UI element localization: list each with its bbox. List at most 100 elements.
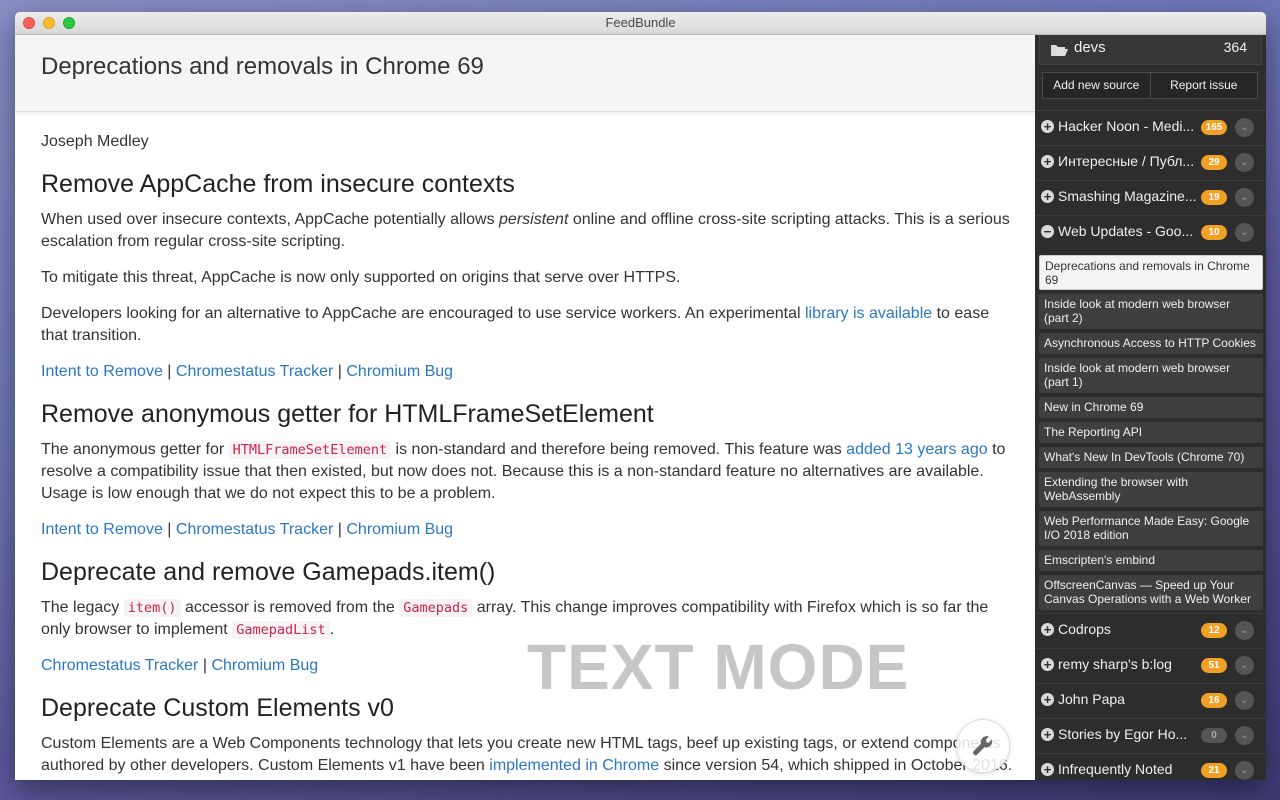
chevron-down-icon[interactable]: ⌄	[1235, 621, 1254, 640]
feed-name: Web Updates - Goo...	[1058, 223, 1194, 239]
maximize-window-button[interactable]	[63, 17, 75, 29]
title-bar: FeedBundle	[15, 12, 1266, 35]
added-13-years-ago-link[interactable]: added 13 years ago	[846, 441, 987, 458]
unread-badge: 16	[1201, 693, 1227, 708]
feed-item-egor-ho[interactable]: + Stories by Egor Ho... 0 ⌄	[1035, 718, 1266, 752]
add-new-source-button[interactable]: Add new source	[1043, 73, 1150, 98]
sidebar-buttons: Add new source Report issue	[1042, 72, 1258, 99]
chromium-bug-link[interactable]: Chromium Bug	[346, 521, 453, 538]
intent-to-remove-link[interactable]: Intent to Remove	[41, 363, 163, 380]
article-item[interactable]: Extending the browser with WebAssembly	[1039, 472, 1263, 507]
feed-name: Codrops	[1058, 621, 1111, 637]
unread-badge: 51	[1201, 658, 1227, 673]
chevron-down-icon[interactable]: ⌄	[1235, 691, 1254, 710]
expand-icon[interactable]: +	[1041, 728, 1054, 741]
article-header: Deprecations and removals in Chrome 69	[15, 35, 1035, 112]
chromestatus-tracker-link[interactable]: Chromestatus Tracker	[176, 521, 333, 538]
chevron-down-icon[interactable]: ⌄	[1235, 118, 1254, 137]
feed-item-codrops[interactable]: + Codrops 12 ⌄	[1035, 613, 1266, 647]
chromestatus-tracker-link[interactable]: Chromestatus Tracker	[176, 363, 333, 380]
article-item[interactable]: Emscripten's embind	[1039, 550, 1263, 571]
folder-name: devs	[1074, 39, 1106, 56]
unread-badge: 165	[1201, 120, 1227, 135]
expand-icon[interactable]: +	[1041, 658, 1054, 671]
reference-links: Intent to Remove | Chromestatus Tracker …	[41, 521, 454, 538]
article-item[interactable]: What's New In DevTools (Chrome 70)	[1039, 447, 1263, 468]
feed-sidebar: devs 364 Add new source Report issue + H…	[1035, 35, 1266, 780]
chromestatus-tracker-link[interactable]: Chromestatus Tracker	[41, 657, 198, 674]
folder-open-icon	[1051, 45, 1068, 56]
expand-icon[interactable]: +	[1041, 693, 1054, 706]
article-item[interactable]: Asynchronous Access to HTTP Cookies	[1039, 333, 1263, 354]
article-item[interactable]: Deprecations and removals in Chrome 69	[1039, 255, 1263, 290]
feed-name: Stories by Egor Ho...	[1058, 726, 1188, 742]
section-heading: Deprecate and remove Gamepads.item()	[41, 558, 496, 586]
folder-count: 364	[1223, 39, 1247, 55]
feed-item-john-papa[interactable]: + John Papa 16 ⌄	[1035, 683, 1266, 717]
feed-name: Интересные / Публ...	[1058, 153, 1195, 169]
collapse-icon[interactable]: −	[1041, 225, 1054, 238]
feed-item-interesnye[interactable]: + Интересные / Публ... 29 ⌄	[1035, 145, 1266, 179]
chevron-down-icon[interactable]: ⌄	[1235, 223, 1254, 242]
unread-badge: 21	[1201, 763, 1227, 778]
intent-to-remove-link[interactable]: Intent to Remove	[41, 521, 163, 538]
report-issue-button[interactable]: Report issue	[1149, 73, 1257, 98]
text-mode-overlay: TEXT MODE	[527, 631, 910, 703]
library-link[interactable]: library is available	[805, 305, 932, 322]
unread-badge: 19	[1201, 190, 1227, 205]
minimize-window-button[interactable]	[43, 17, 55, 29]
article-item[interactable]: New in Chrome 69	[1039, 397, 1263, 418]
unread-badge: 10	[1201, 225, 1227, 240]
chromium-bug-link[interactable]: Chromium Bug	[346, 363, 453, 380]
chevron-down-icon[interactable]: ⌄	[1235, 761, 1254, 780]
paragraph: When used over insecure contexts, AppCac…	[41, 211, 1010, 250]
window-title: FeedBundle	[605, 15, 676, 30]
wrench-icon	[973, 736, 993, 756]
article-pane: Deprecations and removals in Chrome 69 J…	[15, 35, 1035, 780]
feed-item-infrequently-noted[interactable]: + Infrequently Noted 21 ⌄	[1035, 753, 1266, 780]
section-heading: Remove anonymous getter for HTMLFrameSet…	[41, 400, 654, 428]
inline-code: HTMLFrameSetElement	[228, 441, 392, 459]
folder-row[interactable]: devs 364	[1039, 35, 1262, 65]
close-window-button[interactable]	[23, 17, 35, 29]
article-author: Joseph Medley	[41, 133, 149, 150]
expand-icon[interactable]: +	[1041, 763, 1054, 776]
implemented-in-chrome-link[interactable]: implemented in Chrome	[489, 757, 659, 774]
feed-item-smashing-magazine[interactable]: + Smashing Magazine... 19 ⌄	[1035, 180, 1266, 214]
expand-icon[interactable]: +	[1041, 120, 1054, 133]
expand-icon[interactable]: +	[1041, 155, 1054, 168]
feed-name: Infrequently Noted	[1058, 761, 1173, 777]
unread-badge: 0	[1201, 728, 1227, 743]
expand-icon[interactable]: +	[1041, 190, 1054, 203]
paragraph: Custom Elements are a Web Components tec…	[41, 735, 1012, 780]
chevron-down-icon[interactable]: ⌄	[1235, 726, 1254, 745]
reference-links: Intent to Remove | Chromestatus Tracker …	[41, 363, 454, 380]
paragraph: To mitigate this threat, AppCache is now…	[41, 269, 681, 286]
article-item[interactable]: The Reporting API	[1039, 422, 1263, 443]
app-window: FeedBundle Deprecations and removals in …	[15, 12, 1266, 780]
expand-icon[interactable]: +	[1041, 623, 1054, 636]
article-title: Deprecations and removals in Chrome 69	[41, 53, 484, 80]
paragraph: The anonymous getter for HTMLFrameSetEle…	[41, 441, 1006, 502]
inline-code: GamepadList	[232, 621, 330, 639]
inline-code: Gamepads	[399, 599, 473, 617]
chevron-down-icon[interactable]: ⌄	[1235, 188, 1254, 207]
feed-name: John Papa	[1058, 691, 1125, 707]
article-item[interactable]: OffscreenCanvas — Speed up Your Canvas O…	[1039, 575, 1263, 610]
article-item[interactable]: Inside look at modern web browser (part …	[1039, 294, 1263, 329]
feed-item-web-updates[interactable]: − Web Updates - Goo... 10 ⌄	[1035, 215, 1266, 249]
article-item[interactable]: Web Performance Made Easy: Google I/O 20…	[1039, 511, 1263, 546]
unread-badge: 29	[1201, 155, 1227, 170]
feed-item-hacker-noon[interactable]: + Hacker Noon - Medi... 165 ⌄	[1035, 110, 1266, 144]
chevron-down-icon[interactable]: ⌄	[1235, 656, 1254, 675]
feed-name: remy sharp's b:log	[1058, 656, 1172, 672]
unread-badge: 12	[1201, 623, 1227, 638]
settings-button[interactable]	[956, 719, 1010, 773]
chevron-down-icon[interactable]: ⌄	[1235, 153, 1254, 172]
chromium-bug-link[interactable]: Chromium Bug	[211, 657, 318, 674]
article-item[interactable]: Inside look at modern web browser (part …	[1039, 358, 1263, 393]
section-heading: Remove AppCache from insecure contexts	[41, 170, 515, 198]
inline-code: item()	[123, 599, 181, 617]
feed-item-remy-sharp[interactable]: + remy sharp's b:log 51 ⌄	[1035, 648, 1266, 682]
feed-name: Hacker Noon - Medi...	[1058, 118, 1195, 134]
